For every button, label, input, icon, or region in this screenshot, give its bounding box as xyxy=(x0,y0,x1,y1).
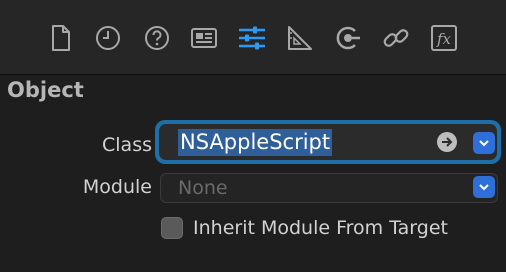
class-value[interactable]: NSAppleScript xyxy=(178,129,333,156)
file-inspector-icon[interactable] xyxy=(46,22,76,54)
module-placeholder: None xyxy=(178,177,228,199)
bindings-inspector-icon[interactable] xyxy=(381,22,411,54)
class-label: Class xyxy=(102,134,152,156)
inherit-module-checkbox[interactable] xyxy=(161,217,183,239)
class-dropdown-button[interactable] xyxy=(473,132,495,154)
module-dropdown-button[interactable] xyxy=(473,176,495,198)
size-inspector-icon[interactable] xyxy=(285,22,315,54)
attributes-inspector-icon[interactable] xyxy=(237,22,267,54)
inspector-toolbar: fx xyxy=(0,0,506,75)
history-inspector-icon[interactable] xyxy=(93,22,123,54)
svg-text:fx: fx xyxy=(436,30,452,48)
chevron-down-icon xyxy=(479,184,489,191)
quick-help-icon[interactable] xyxy=(142,22,172,54)
section-title: Object xyxy=(7,78,84,102)
chevron-down-icon xyxy=(479,140,489,147)
identity-inspector-icon[interactable] xyxy=(189,22,219,54)
inherit-module-label[interactable]: Inherit Module From Target xyxy=(193,215,448,241)
navigate-arrow-icon[interactable] xyxy=(437,132,457,152)
connections-inspector-icon[interactable] xyxy=(333,22,363,54)
module-label: Module xyxy=(82,176,152,198)
effects-inspector-icon[interactable]: fx xyxy=(429,22,459,54)
